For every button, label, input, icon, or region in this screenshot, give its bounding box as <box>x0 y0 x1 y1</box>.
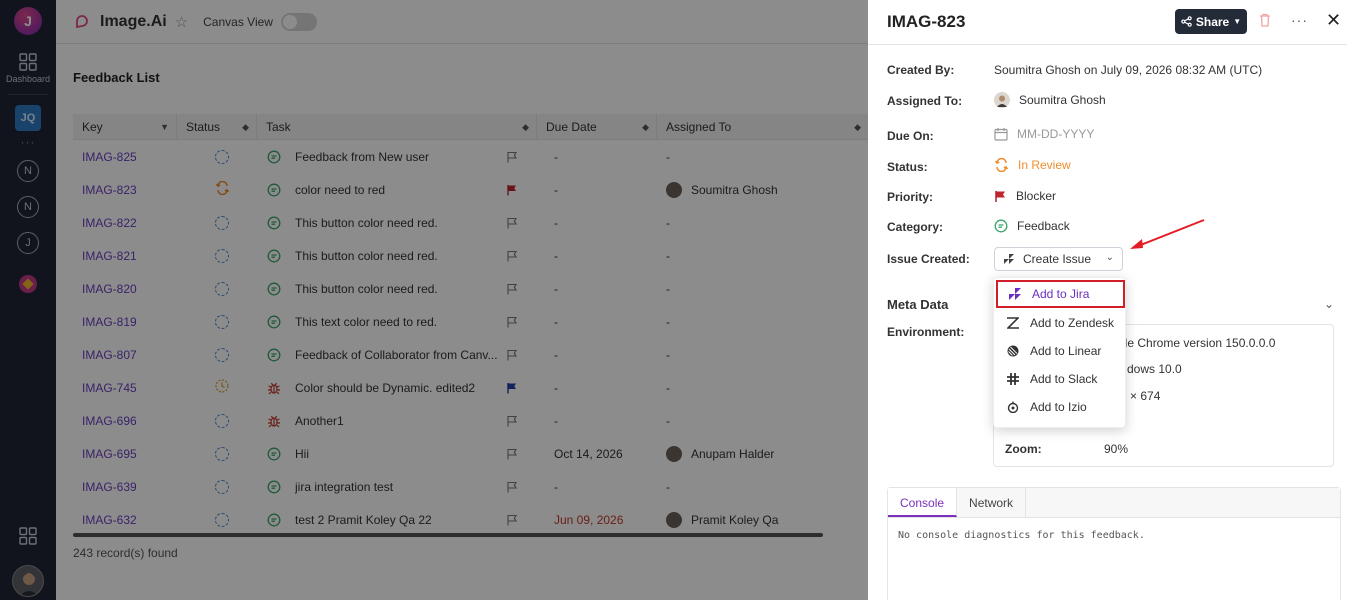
chevron-down-icon[interactable]: ⌄ <box>1324 297 1334 311</box>
assignee-avatar <box>994 92 1010 108</box>
priority-label: Priority: <box>887 190 934 204</box>
due-on-label: Due On: <box>887 129 934 143</box>
console-message: No console diagnostics for this feedback… <box>898 530 1145 541</box>
more-options-icon[interactable]: ··· <box>1291 12 1308 28</box>
slack-icon <box>1006 372 1020 386</box>
status-label: Status: <box>887 160 928 174</box>
calendar-icon <box>994 128 1008 141</box>
share-icon <box>1181 16 1192 27</box>
in-review-icon <box>994 158 1009 172</box>
close-icon[interactable]: ✕ <box>1326 10 1341 31</box>
diagnostics-tabs: Console Network <box>888 488 1340 518</box>
app-root: J Dashboard JQ ··· N N J Image.Ai ☆ Canv… <box>0 0 1347 600</box>
diagnostics-panel: Console Network No console diagnostics f… <box>887 487 1341 600</box>
add-to-linear-item[interactable]: Add to Linear <box>994 337 1127 365</box>
zoom-label: Zoom: <box>1005 442 1042 456</box>
drawer-title: IMAG-823 <box>887 12 966 31</box>
share-button[interactable]: Share ▼ <box>1175 9 1247 34</box>
environment-label: Environment: <box>887 325 965 339</box>
issue-created-label: Issue Created: <box>887 252 970 266</box>
category-label: Category: <box>887 220 944 234</box>
chevron-down-icon: ⌄ <box>1105 252 1114 263</box>
zoom-value: 90% <box>1104 442 1129 456</box>
created-by-label: Created By: <box>887 63 955 77</box>
chevron-down-icon: ▼ <box>1233 17 1242 26</box>
linear-icon <box>1006 344 1020 358</box>
create-issue-dropdown[interactable]: Create Issue ⌄ <box>994 247 1123 271</box>
zendesk-icon <box>1006 316 1020 330</box>
jira-icon <box>1008 287 1022 301</box>
add-to-zendesk-item[interactable]: Add to Zendesk <box>994 309 1127 337</box>
trash-icon[interactable] <box>1259 13 1271 30</box>
category-value[interactable]: Feedback <box>994 219 1070 233</box>
create-issue-icon <box>1004 254 1014 264</box>
browser-value: gle Chrome version 150.0.0.0 <box>1118 336 1276 350</box>
tab-console[interactable]: Console <box>888 488 958 517</box>
feedback-chat-icon <box>994 219 1008 233</box>
created-by-value: Soumitra Ghosh on July 09, 2026 08:32 AM… <box>994 63 1263 77</box>
add-to-izio-item[interactable]: Add to Izio <box>994 393 1127 421</box>
assigned-to-value[interactable]: Soumitra Ghosh <box>994 92 1106 108</box>
os-value: dows 10.0 <box>1127 362 1182 376</box>
add-to-jira-item[interactable]: Add to Jira <box>996 280 1125 308</box>
create-issue-menu: Add to Jira Add to Zendesk Add to Linear… <box>993 277 1126 428</box>
resolution-value: × 674 <box>1130 389 1161 403</box>
add-to-slack-item[interactable]: Add to Slack <box>994 365 1127 393</box>
izio-icon <box>1006 400 1020 414</box>
priority-value[interactable]: Blocker <box>994 189 1056 203</box>
red-flag-icon <box>995 190 1005 202</box>
modal-overlay[interactable] <box>0 0 868 600</box>
meta-data-title: Meta Data <box>887 297 949 312</box>
assigned-to-label: Assigned To: <box>887 94 963 108</box>
status-value[interactable]: In Review <box>994 158 1071 172</box>
share-label: Share <box>1195 14 1230 29</box>
drawer-header-divider <box>868 44 1347 45</box>
annotation-arrow <box>1130 219 1205 249</box>
due-on-date-picker[interactable]: MM-DD-YYYY <box>994 127 1094 141</box>
tab-network[interactable]: Network <box>957 488 1027 517</box>
